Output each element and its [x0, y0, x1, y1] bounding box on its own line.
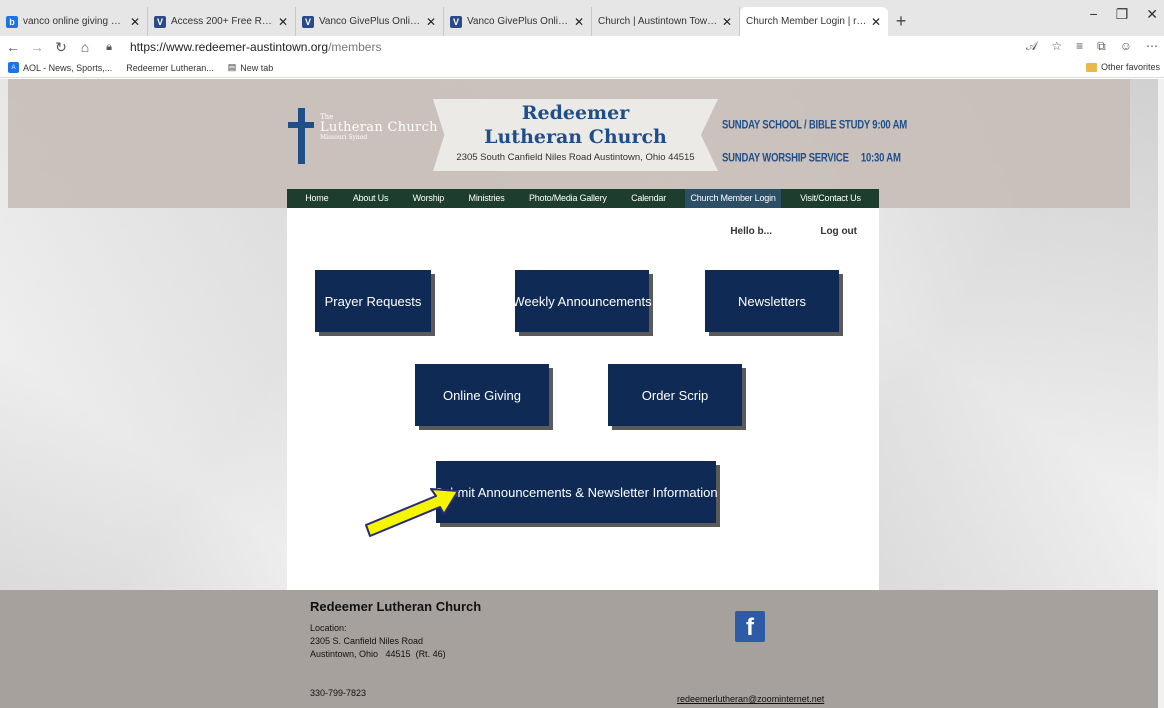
footer-phone: 330-799-7823: [310, 688, 367, 698]
more-menu-icon[interactable]: ⋯: [1146, 39, 1158, 54]
home-icon[interactable]: ⌂: [74, 39, 96, 55]
nav-photo-media-gallery[interactable]: Photo/Media Gallery: [524, 189, 612, 208]
lock-icon[interactable]: 🔒︎: [98, 41, 120, 54]
address-bar: ← → ↻ ⌂ 🔒︎ https://www.redeemer-austinto…: [0, 36, 1164, 58]
tab-church-member-login[interactable]: Church Member Login | redeem ✕: [740, 7, 888, 36]
tab-vanco-giveplus-1[interactable]: V Vanco GivePlus Online How It W ✕: [296, 7, 444, 36]
nav-church-member-login[interactable]: Church Member Login: [685, 189, 781, 208]
church-name-line2: Lutheran Church: [484, 126, 667, 148]
cross-icon: [288, 108, 314, 164]
church-name-line1: Redeemer: [521, 102, 630, 124]
browser-tab-bar: b vanco online giving marketing - ✕ V Ac…: [0, 0, 1164, 36]
facebook-icon[interactable]: f: [735, 611, 765, 642]
tab-church-austintown[interactable]: Church | Austintown Township | ✕: [592, 7, 740, 36]
online-giving-button[interactable]: Online Giving: [415, 364, 549, 426]
forward-icon[interactable]: →: [26, 39, 48, 55]
bing-icon: b: [6, 15, 18, 28]
newsletters-button[interactable]: Newsletters: [705, 270, 839, 332]
back-icon[interactable]: ←: [2, 39, 24, 55]
weekly-announcements-button[interactable]: Weekly Announcements: [512, 270, 652, 332]
nav-about-us[interactable]: About Us: [348, 189, 393, 208]
page-scrollbar[interactable]: [1158, 79, 1164, 708]
order-scrip-button[interactable]: Order Scrip: [608, 364, 742, 426]
profile-icon[interactable]: ☺: [1120, 39, 1132, 54]
close-window-icon[interactable]: ✕: [1146, 6, 1158, 23]
vanco-icon: V: [450, 15, 462, 28]
footer-street: 2305 S. Canfield Niles Road: [310, 636, 424, 646]
tab-vanco-search[interactable]: b vanco online giving marketing - ✕: [0, 7, 148, 36]
folder-icon: [1085, 62, 1097, 72]
new-tab-button[interactable]: +: [888, 7, 914, 36]
lcms-name: Lutheran Church: [320, 120, 438, 136]
close-tab-icon[interactable]: ✕: [870, 15, 882, 29]
address-bar-actions: 𝒜 ☆ ≡ ⧉ ☺ ⋯: [1026, 39, 1158, 54]
footer-city: Austintown, Ohio 44515 (Rt. 46): [310, 649, 446, 659]
aol-icon: A: [8, 62, 19, 73]
service-time-worship: SUNDAY WORSHIP SERVICE 10:30 AM: [722, 151, 901, 166]
footer-location-label: Location:: [310, 623, 347, 633]
close-tab-icon[interactable]: ✕: [721, 15, 733, 29]
close-tab-icon[interactable]: ✕: [129, 15, 141, 29]
collections-icon[interactable]: ⧉: [1097, 39, 1106, 54]
tab-vanco-giveplus-2[interactable]: V Vanco GivePlus Online How It W ✕: [444, 7, 592, 36]
footer-email-link[interactable]: redeemerlutheran@zoominternet.net: [677, 694, 824, 704]
nav-home[interactable]: Home: [300, 189, 333, 208]
pointer-arrow-annotation: [365, 488, 459, 537]
restore-icon[interactable]: ❐: [1116, 6, 1129, 23]
refresh-icon[interactable]: ↻: [50, 39, 72, 56]
logout-link[interactable]: Log out: [820, 226, 857, 237]
tab-access-resources[interactable]: V Access 200+ Free Resources on ✕: [148, 7, 296, 36]
member-greeting[interactable]: Hello b...: [730, 226, 772, 237]
vanco-icon: V: [154, 15, 166, 28]
close-tab-icon[interactable]: ✕: [277, 15, 289, 29]
favorites-list-icon[interactable]: ≡: [1076, 39, 1083, 54]
nav-visit-contact-us[interactable]: Visit/Contact Us: [795, 189, 866, 208]
favorite-new-tab[interactable]: ▤ New tab: [228, 62, 274, 73]
favorites-bar: A AOL - News, Sports,... Redeemer Luthera…: [0, 58, 1164, 78]
service-time-sunday-school: SUNDAY SCHOOL / BIBLE STUDY 9:00 AM: [722, 118, 907, 133]
favorite-aol[interactable]: A AOL - News, Sports,...: [8, 62, 112, 73]
url-field[interactable]: https://www.redeemer-austintown.org/memb…: [130, 40, 381, 54]
lcms-logo[interactable]: The Lutheran Church Missouri Synod: [288, 108, 438, 166]
window-controls: − ❐ ✕: [1090, 6, 1158, 23]
read-aloud-icon[interactable]: 𝒜: [1026, 39, 1037, 54]
favorite-redeemer[interactable]: Redeemer Lutheran...: [126, 63, 214, 73]
close-tab-icon[interactable]: ✕: [425, 15, 437, 29]
site-footer: Redeemer Lutheran Church Location: 2305 …: [0, 590, 1158, 708]
nav-worship[interactable]: Worship: [408, 189, 449, 208]
vanco-icon: V: [302, 15, 314, 28]
main-nav: Home About Us Worship Ministries Photo/M…: [287, 189, 879, 208]
lcms-synod: Missouri Synod: [320, 133, 368, 141]
prayer-requests-button[interactable]: Prayer Requests: [315, 270, 431, 332]
submit-announcements-button[interactable]: Submit Announcements & Newsletter Inform…: [434, 461, 718, 523]
nav-ministries[interactable]: Ministries: [464, 189, 510, 208]
other-favorites[interactable]: Other favorites: [1085, 62, 1160, 72]
minimize-icon[interactable]: −: [1090, 6, 1098, 23]
nav-calendar[interactable]: Calendar: [626, 189, 671, 208]
footer-church-name: Redeemer Lutheran Church: [310, 599, 482, 614]
new-tab-icon: ▤: [227, 62, 237, 72]
favorite-star-icon[interactable]: ☆: [1051, 39, 1062, 54]
church-banner[interactable]: Redeemer Lutheran Church 2305 South Canf…: [433, 99, 718, 171]
web-page: The Lutheran Church Missouri Synod Redee…: [0, 79, 1158, 708]
church-address: 2305 South Canfield Niles Road Austintow…: [456, 152, 695, 163]
close-tab-icon[interactable]: ✕: [573, 15, 585, 29]
